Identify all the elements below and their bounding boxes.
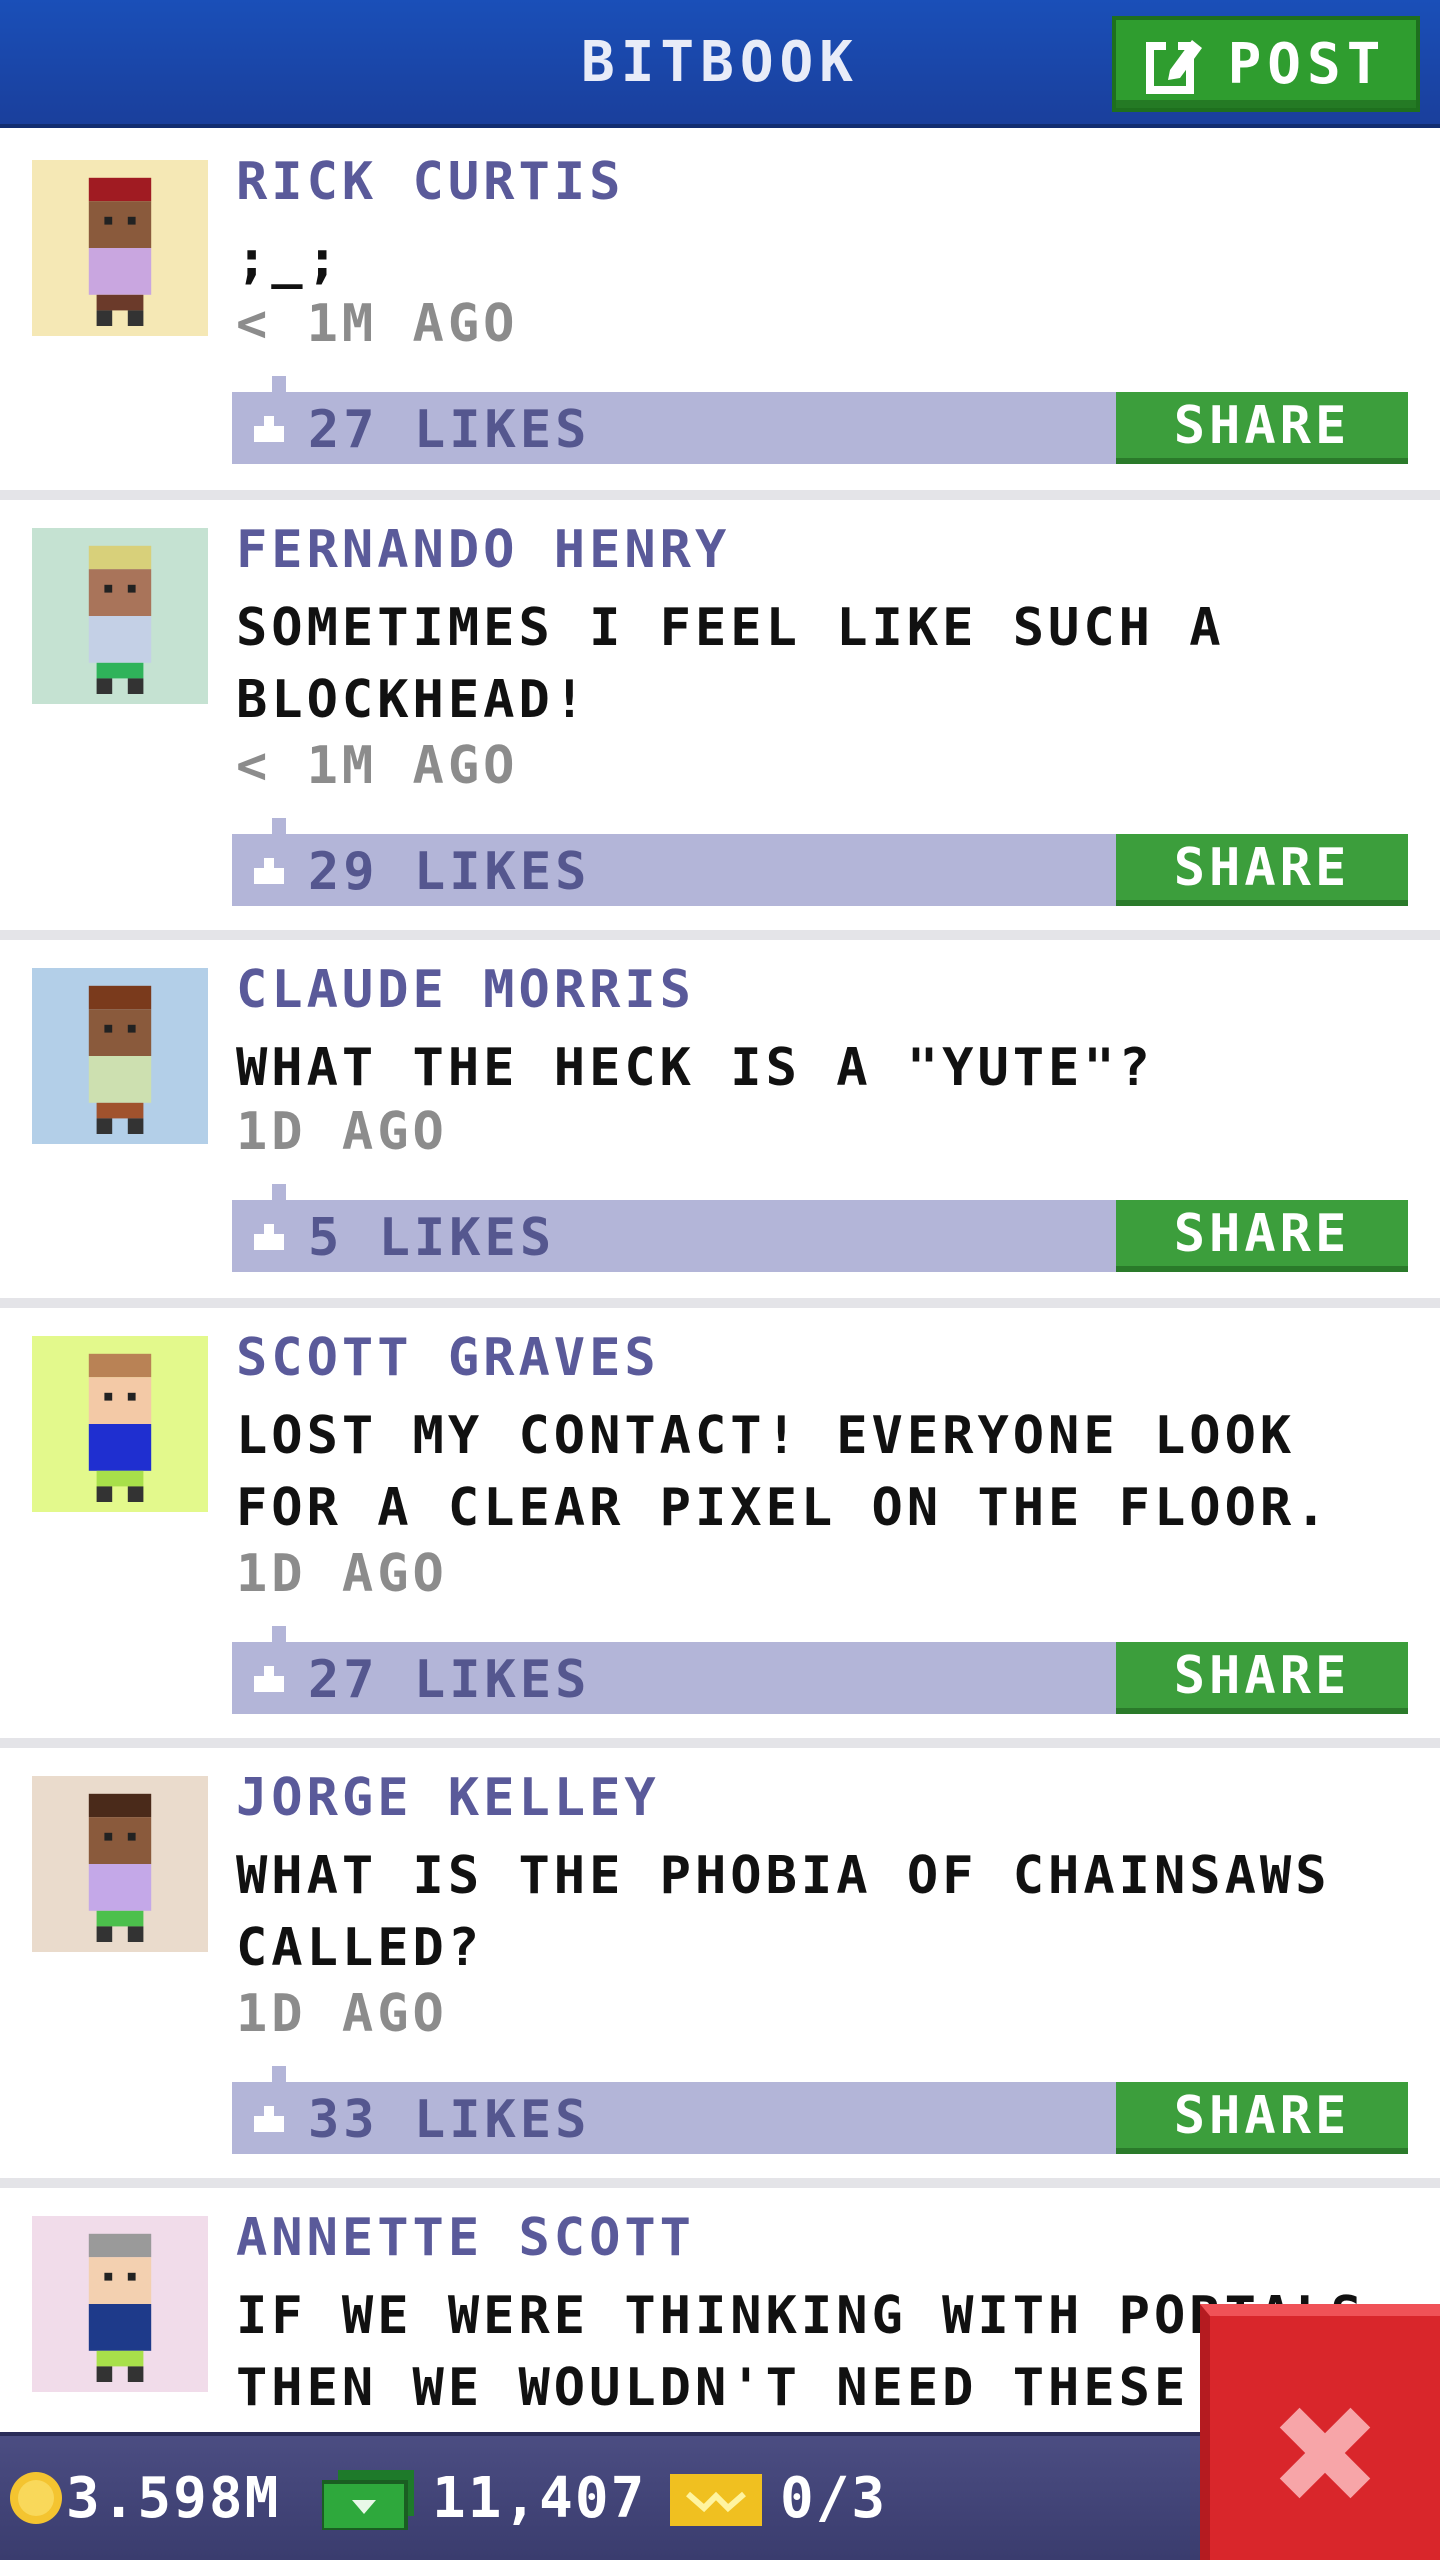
feed-post: SCOTT GRAVES LOST MY CONTACT! EVERYONE L…	[0, 1308, 1440, 1748]
avatar[interactable]	[32, 2216, 208, 2392]
cash-value: 11,407	[432, 2466, 647, 2531]
thumbs-up-icon[interactable]	[250, 2102, 286, 2134]
feed-post: RICK CURTIS ;_; < 1M AGO 27 LIKES SHARE	[0, 132, 1440, 500]
post-time: 1D AGO	[236, 1984, 448, 2044]
post-author[interactable]: SCOTT GRAVES	[236, 1328, 660, 1388]
post-time: 1D AGO	[236, 1544, 448, 1604]
close-icon	[1279, 2407, 1371, 2499]
share-button[interactable]: SHARE	[1116, 392, 1408, 464]
avatar[interactable]	[32, 968, 208, 1144]
person-icon	[88, 1353, 152, 1502]
post-author[interactable]: CLAUDE MORRIS	[236, 960, 695, 1020]
avatar[interactable]	[32, 1336, 208, 1512]
feed-post: FERNANDO HENRY SOMETIMES I FEEL LIKE SUC…	[0, 500, 1440, 940]
share-button[interactable]: SHARE	[1116, 1642, 1408, 1714]
share-button[interactable]: SHARE	[1116, 1200, 1408, 1272]
thumbs-up-icon[interactable]	[250, 1220, 286, 1252]
person-icon	[88, 985, 152, 1134]
likes-bar: 29 LIKES SHARE	[232, 818, 1408, 906]
person-icon	[88, 1793, 152, 1942]
post-message: WHAT IS THE PHOBIA OF CHAINSAWS CALLED?	[236, 1846, 1331, 1978]
post-author[interactable]: RICK CURTIS	[236, 152, 624, 212]
avatar[interactable]	[32, 160, 208, 336]
likes-bar: 27 LIKES SHARE	[232, 376, 1408, 464]
post-message: ;_;	[236, 230, 342, 290]
avatar[interactable]	[32, 528, 208, 704]
post-message: SOMETIMES I FEEL LIKE SUCH A BLOCKHEAD!	[236, 598, 1225, 730]
share-button[interactable]: SHARE	[1116, 834, 1408, 906]
thumbs-up-icon[interactable]	[250, 1662, 286, 1694]
likes-count: 27 LIKES	[308, 1650, 591, 1710]
feed-post: JORGE KELLEY WHAT IS THE PHOBIA OF CHAIN…	[0, 1748, 1440, 2188]
likes-count: 33 LIKES	[308, 2090, 591, 2150]
post-author[interactable]: FERNANDO HENRY	[236, 520, 730, 580]
post-button[interactable]: POST	[1112, 16, 1420, 112]
tickets-value: 0/3	[780, 2466, 888, 2531]
post-time: 1D AGO	[236, 1102, 448, 1162]
likes-count: 5 LIKES	[308, 1208, 556, 1268]
coins-value: 3.598M	[66, 2466, 281, 2531]
person-icon	[88, 545, 152, 694]
likes-bar: 33 LIKES SHARE	[232, 2066, 1408, 2154]
post-message: LOST MY CONTACT! EVERYONE LOOK FOR A CLE…	[236, 1406, 1331, 1538]
coin-icon	[10, 2472, 62, 2524]
avatar[interactable]	[32, 1776, 208, 1952]
share-button[interactable]: SHARE	[1116, 2082, 1408, 2154]
post-time: < 1M AGO	[236, 736, 519, 796]
post-button-label: POST	[1227, 31, 1387, 97]
person-icon	[88, 177, 152, 326]
thumbs-up-icon[interactable]	[250, 412, 286, 444]
likes-bar: 5 LIKES SHARE	[232, 1184, 1408, 1272]
cash-icon	[322, 2470, 414, 2530]
ticket-icon	[670, 2474, 762, 2526]
feed-post: CLAUDE MORRIS WHAT THE HECK IS A "YUTE"?…	[0, 940, 1440, 1308]
likes-count: 27 LIKES	[308, 400, 591, 460]
top-header: BITBOOK POST	[0, 0, 1440, 128]
feed-list[interactable]: RICK CURTIS ;_; < 1M AGO 27 LIKES SHARE …	[0, 132, 1440, 2448]
likes-count: 29 LIKES	[308, 842, 591, 902]
close-button[interactable]	[1200, 2304, 1440, 2560]
post-message: WHAT THE HECK IS A "YUTE"?	[236, 1038, 1154, 1098]
edit-icon	[1145, 38, 1202, 94]
post-time: < 1M AGO	[236, 294, 519, 354]
post-author[interactable]: ANNETTE SCOTT	[236, 2208, 695, 2268]
thumbs-up-icon[interactable]	[250, 854, 286, 886]
person-icon	[88, 2233, 152, 2382]
likes-bar: 27 LIKES SHARE	[232, 1626, 1408, 1714]
post-author[interactable]: JORGE KELLEY	[236, 1768, 660, 1828]
